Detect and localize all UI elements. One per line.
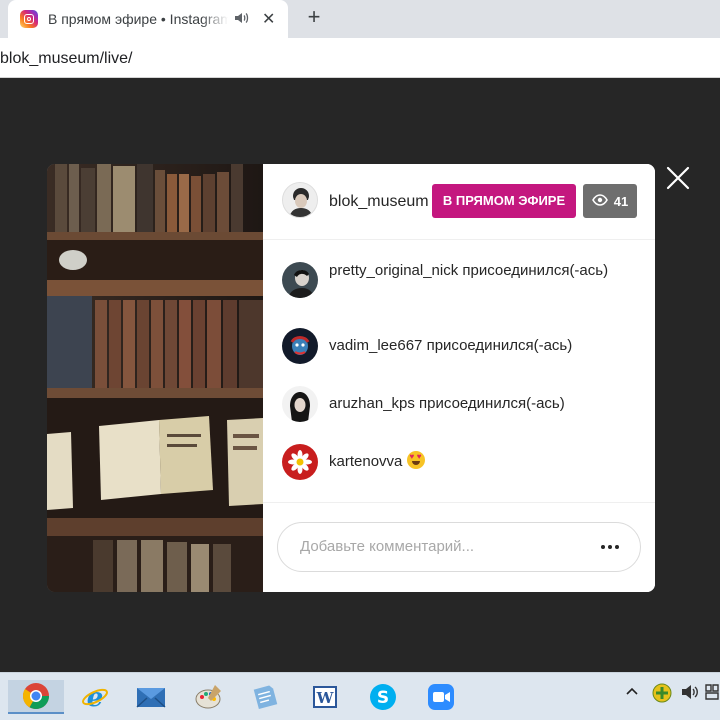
address-bar[interactable]: blok_museum/live/ xyxy=(0,38,720,78)
more-options-button[interactable] xyxy=(598,537,622,557)
live-badge: В ПРЯМОМ ЭФИРЕ xyxy=(432,184,576,218)
live-info-panel: blok_museum В ПРЯМОМ ЭФИРЕ 41 pretty_ori… xyxy=(263,164,655,592)
viewer-count-badge: 41 xyxy=(583,184,637,218)
divider xyxy=(263,502,655,503)
new-tab-button[interactable]: + xyxy=(302,6,326,30)
svg-text:S: S xyxy=(377,688,389,708)
eye-icon xyxy=(591,193,608,209)
mail-icon[interactable] xyxy=(134,680,168,714)
notepad-icon[interactable] xyxy=(248,680,282,714)
input-icon[interactable] xyxy=(704,683,720,706)
comment-username: kartenovva xyxy=(329,453,403,470)
svg-text:W: W xyxy=(316,689,335,707)
word-icon[interactable]: W xyxy=(308,680,342,714)
viewer-count: 41 xyxy=(613,193,629,209)
tab-close-button[interactable]: ✕ xyxy=(262,9,275,29)
avatar[interactable] xyxy=(282,444,318,480)
avatar[interactable] xyxy=(282,328,318,364)
chrome-icon[interactable] xyxy=(8,680,64,714)
close-icon xyxy=(666,166,690,190)
comment-text: vadim_lee667 присоединился(-ась) xyxy=(329,337,573,354)
svg-text:e: e xyxy=(87,683,104,711)
skype-icon[interactable]: S xyxy=(366,680,400,714)
comment-box[interactable] xyxy=(277,522,641,572)
zoom-icon[interactable] xyxy=(424,680,458,714)
comment-input[interactable] xyxy=(300,538,580,555)
comment-text: kartenovva xyxy=(329,451,639,472)
host-avatar[interactable] xyxy=(282,182,318,218)
browser-tabstrip: В прямом эфире • Instagram ✕ + xyxy=(0,0,720,38)
network-icon[interactable] xyxy=(652,683,672,708)
heart-eyes-emoji-icon xyxy=(406,451,425,469)
comment-text: aruzhan_kps присоединился(-ась) xyxy=(329,395,565,412)
internet-explorer-icon[interactable]: e xyxy=(78,680,112,714)
volume-icon[interactable] xyxy=(680,683,700,706)
tab-title: В прямом эфире • Instagram xyxy=(48,11,228,27)
instagram-icon xyxy=(20,10,38,28)
live-stream-modal: blok_museum В ПРЯМОМ ЭФИРЕ 41 pretty_ori… xyxy=(47,164,655,592)
live-video[interactable] xyxy=(47,164,263,592)
avatar[interactable] xyxy=(282,386,318,422)
paint-icon[interactable] xyxy=(192,680,226,714)
url-text[interactable]: blok_museum/live/ xyxy=(0,50,133,68)
avatar[interactable] xyxy=(282,262,318,298)
windows-taskbar: e W S xyxy=(0,672,720,720)
chevron-up-icon[interactable] xyxy=(624,683,640,704)
close-modal-button[interactable] xyxy=(666,166,690,190)
comment-text: pretty_original_nick присоединился(-ась) xyxy=(329,262,609,279)
host-username[interactable]: blok_museum xyxy=(329,193,429,211)
speaker-icon[interactable] xyxy=(234,11,250,28)
browser-tab-instagram-live[interactable]: В прямом эфире • Instagram ✕ xyxy=(8,0,288,38)
live-header: blok_museum В ПРЯМОМ ЭФИРЕ 41 xyxy=(263,164,655,240)
